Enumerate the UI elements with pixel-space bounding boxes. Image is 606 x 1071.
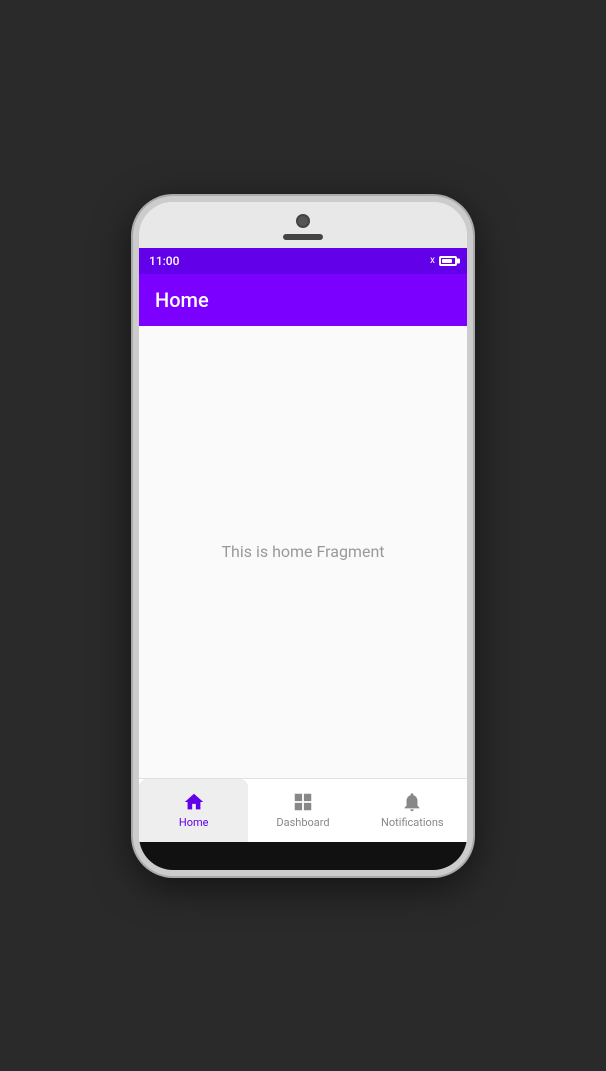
phone-top-hardware (139, 202, 467, 248)
status-time: 11:00 (149, 254, 179, 268)
phone-frame: 11:00 x Home This is home Fragment (133, 196, 473, 876)
nav-tab-home-label: Home (179, 816, 209, 829)
phone-bottom-bezel (139, 842, 467, 870)
home-icon (183, 791, 205, 813)
status-icons: x (430, 255, 457, 266)
nav-tab-dashboard-label: Dashboard (276, 816, 329, 829)
app-bar-title: Home (155, 288, 209, 312)
status-x-icon: x (430, 255, 435, 266)
battery-icon (439, 256, 457, 266)
earpiece (283, 234, 323, 240)
nav-tab-notifications[interactable]: Notifications (358, 779, 467, 842)
home-fragment-text: This is home Fragment (221, 542, 384, 561)
dashboard-icon (292, 791, 314, 813)
camera-lens (296, 214, 310, 228)
phone-screen: 11:00 x Home This is home Fragment (139, 248, 467, 842)
nav-tab-dashboard[interactable]: Dashboard (248, 779, 357, 842)
bell-icon (401, 791, 423, 813)
main-content: This is home Fragment (139, 326, 467, 778)
app-bar: Home (139, 274, 467, 326)
status-bar: 11:00 x (139, 248, 467, 274)
nav-tab-home[interactable]: Home (139, 779, 248, 842)
nav-tab-notifications-label: Notifications (381, 816, 444, 829)
battery-fill (442, 259, 452, 263)
bottom-navigation: Home Dashboard Notifications (139, 778, 467, 842)
